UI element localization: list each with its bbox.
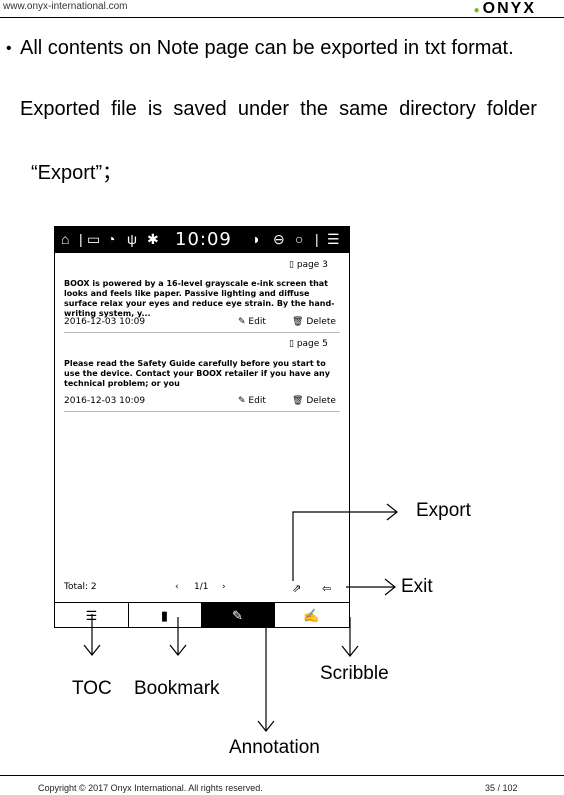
callout-scribble: Scribble	[320, 663, 389, 684]
callout-arrows	[83, 503, 398, 732]
export-arrow	[292, 511, 397, 581]
callout-exit: Exit	[401, 576, 433, 597]
callout-annotation: Annotation	[229, 737, 320, 758]
footer-page-number: 35 / 102	[485, 783, 518, 793]
callout-toc: TOC	[72, 678, 112, 699]
footer-divider	[0, 775, 564, 776]
callout-bookmark: Bookmark	[134, 678, 220, 699]
footer-copyright: Copyright © 2017 Onyx International. All…	[38, 783, 263, 793]
callout-export: Export	[416, 500, 471, 521]
